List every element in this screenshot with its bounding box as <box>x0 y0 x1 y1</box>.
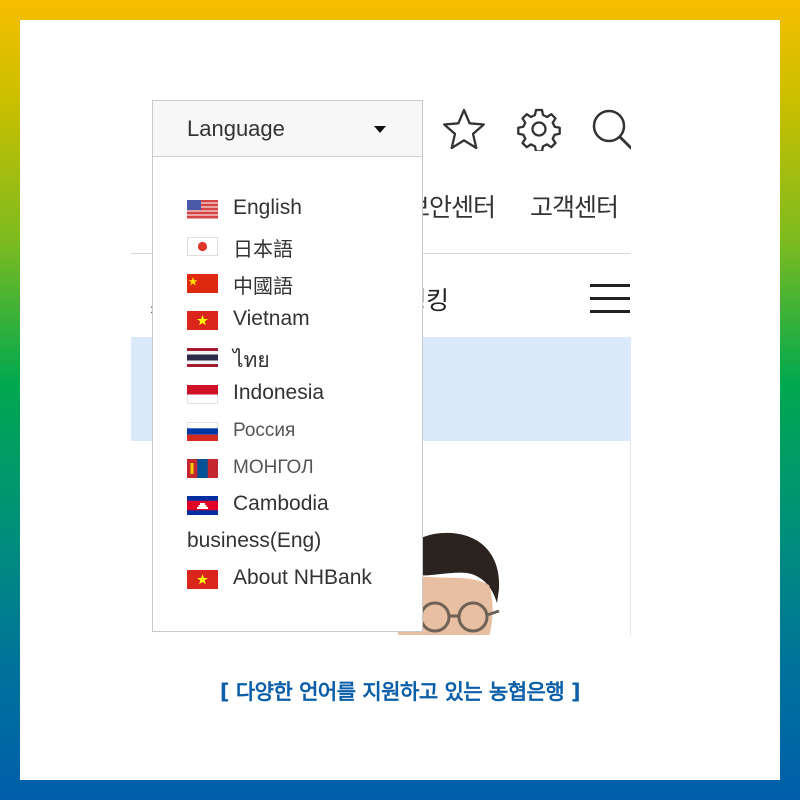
star-icon[interactable] <box>442 107 486 151</box>
language-dropdown[interactable]: Language English 日本語 中國語 Vietnam ไทย Ind… <box>152 100 423 632</box>
language-option-vietnam[interactable]: Vietnam <box>153 306 422 343</box>
caret-down-icon <box>374 126 386 133</box>
language-select-label: Language <box>187 116 285 141</box>
japan-flag-icon <box>187 237 218 256</box>
language-option-label: English <box>233 196 302 219</box>
language-option-indonesia[interactable]: Indonesia <box>153 380 422 417</box>
vietnam-flag-icon <box>187 570 218 589</box>
language-option-mongolia[interactable]: МОНГОЛ <box>153 454 422 491</box>
language-option-label: ไทย <box>233 349 270 372</box>
language-option-cambodia[interactable]: Cambodia <box>153 491 422 528</box>
gear-icon[interactable] <box>517 107 561 151</box>
language-option-label: business(Eng) <box>187 529 322 552</box>
language-option-label: МОНГОЛ <box>233 457 314 478</box>
language-option-label: About NHBank <box>233 566 372 589</box>
language-option-label: Vietnam <box>233 307 310 330</box>
language-option-russia[interactable]: Россия <box>153 417 422 454</box>
cambodia-flag-icon <box>187 496 218 515</box>
nav-link-customer-center[interactable]: 고객센터 <box>530 188 619 224</box>
hamburger-menu-icon[interactable] <box>590 282 630 314</box>
language-option-label: Indonesia <box>233 381 325 404</box>
mongolia-flag-icon <box>187 459 218 478</box>
language-list: English 日本語 中國語 Vietnam ไทย Indonesia Ро… <box>153 195 422 602</box>
language-option-thai[interactable]: ไทย <box>153 343 422 380</box>
image-caption: [ 다양한 언어를 지원하고 있는 농협은행 ] <box>219 680 581 704</box>
language-option-label: Cambodia <box>233 492 329 515</box>
china-flag-icon <box>187 274 218 293</box>
language-option-label: 中國語 <box>233 274 293 298</box>
language-option-japanese[interactable]: 日本語 <box>153 232 422 269</box>
language-option-english[interactable]: English <box>153 195 422 232</box>
us-flag-icon <box>187 200 218 219</box>
vietnam-flag-icon <box>187 311 218 330</box>
language-option-label: 日本語 <box>233 237 293 261</box>
language-option-label: Россия <box>233 420 296 441</box>
language-option-business-english[interactable]: business(Eng) <box>153 528 422 565</box>
search-icon[interactable] <box>589 106 631 152</box>
language-option-chinese[interactable]: 中國語 <box>153 269 422 306</box>
language-select-button[interactable]: Language <box>153 101 422 157</box>
russia-flag-icon <box>187 422 218 441</box>
language-option-about-nhbank[interactable]: About NHBank <box>153 565 422 602</box>
indonesia-flag-icon <box>187 385 218 404</box>
thailand-flag-icon <box>187 348 218 367</box>
